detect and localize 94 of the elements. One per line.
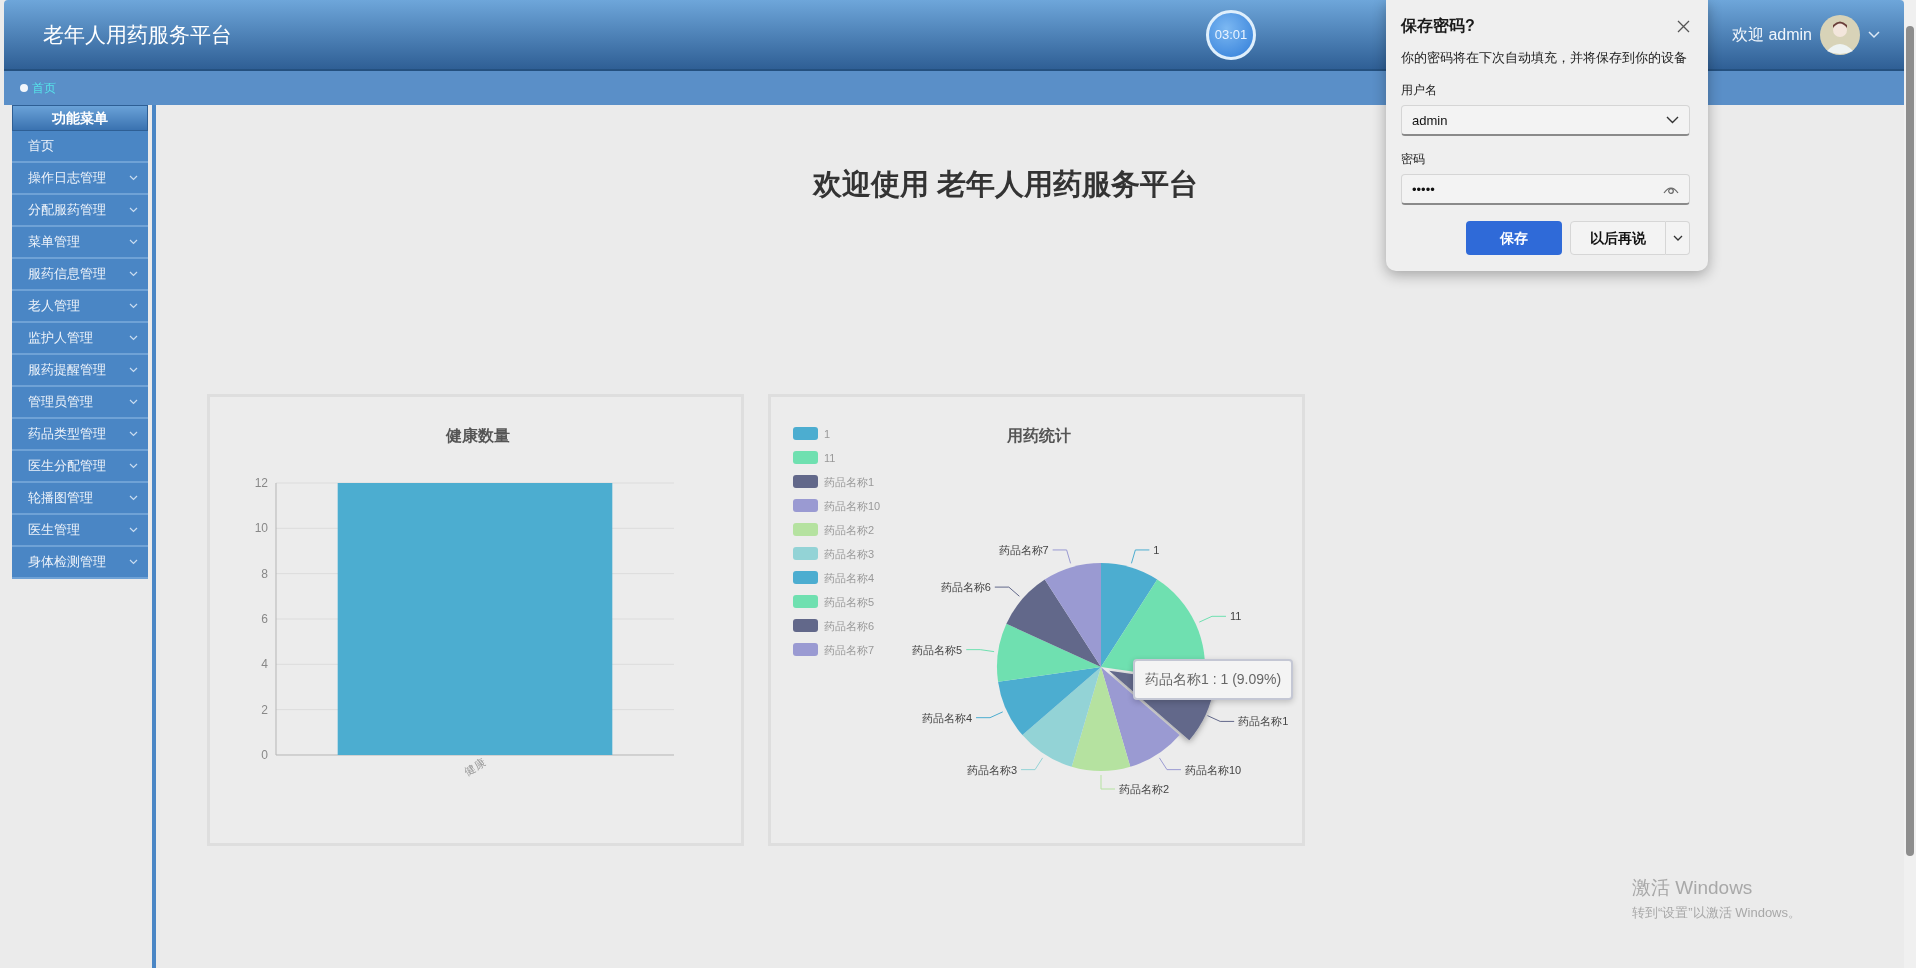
leader-line xyxy=(1052,549,1072,564)
axis-tick-label: 10 xyxy=(254,521,268,536)
axis-tick-label: 2 xyxy=(261,702,268,717)
legend-label[interactable]: 药品名称4 xyxy=(824,571,875,584)
caret-icon[interactable] xyxy=(1868,30,1880,39)
chart-title: 用药统计 xyxy=(1007,426,1071,444)
username-select[interactable]: admin xyxy=(1401,105,1690,137)
pie-slice[interactable] xyxy=(1006,579,1101,667)
sidebar-item[interactable]: 操作日志管理 xyxy=(12,163,148,195)
later-button[interactable]: 以后再说 xyxy=(1570,221,1666,256)
sidebar-item[interactable]: 药品类型管理 xyxy=(12,419,148,451)
legend-label[interactable]: 11 xyxy=(824,451,836,464)
legend-label[interactable]: 药品名称6 xyxy=(824,619,875,632)
avatar-icon[interactable] xyxy=(1820,14,1860,55)
sidebar-item[interactable]: 医生管理 xyxy=(12,515,148,547)
axis-category-label: 健康 xyxy=(462,756,488,778)
password-field[interactable]: ••••• xyxy=(1401,174,1690,206)
sidebar-item[interactable]: 医生分配管理 xyxy=(12,451,148,483)
legend-label[interactable]: 药品名称3 xyxy=(824,547,875,560)
leader-line xyxy=(1100,774,1116,790)
legend-label[interactable]: 药品名称5 xyxy=(824,595,875,608)
save-button[interactable]: 保存 xyxy=(1466,221,1562,256)
leader-line xyxy=(1206,714,1235,722)
more-options-button[interactable] xyxy=(1666,221,1690,256)
slice-label: 药品名称10 xyxy=(1184,763,1242,776)
legend-swatch[interactable] xyxy=(793,642,818,656)
legend-label[interactable]: 药品名称2 xyxy=(824,523,875,536)
legend-swatch[interactable] xyxy=(793,522,818,536)
sidebar-item[interactable]: 老人管理 xyxy=(12,291,148,323)
scrollbar[interactable] xyxy=(1904,0,1916,968)
leader-line xyxy=(975,711,1004,718)
legend-swatch[interactable] xyxy=(793,450,818,464)
pie-slice[interactable] xyxy=(997,623,1101,682)
leader-line xyxy=(1158,757,1182,770)
leader-line xyxy=(965,648,995,652)
dialog-title: 保存密码? xyxy=(1401,16,1475,36)
caret-icon xyxy=(1672,235,1683,242)
leader-line xyxy=(994,586,1020,597)
breadcrumb-link[interactable]: 首页 xyxy=(32,79,56,97)
slice-label: 药品名称3 xyxy=(966,763,1018,776)
slice-label: 11 xyxy=(1230,610,1242,623)
legend-label[interactable]: 药品名称7 xyxy=(824,643,875,656)
slice-label: 药品名称7 xyxy=(998,543,1049,556)
slice-label: 药品名称4 xyxy=(921,711,972,724)
pie-slice[interactable] xyxy=(1071,666,1131,771)
legend-swatch[interactable] xyxy=(793,498,818,512)
sidebar-item[interactable]: 服药提醒管理 xyxy=(12,355,148,387)
leader-line xyxy=(1020,757,1044,770)
welcome-text: 欢迎 admin xyxy=(1731,24,1812,45)
slice-label: 药品名称2 xyxy=(1119,782,1170,795)
leader-line xyxy=(1198,615,1227,623)
field-label: 密码 xyxy=(1401,151,1426,169)
sidebar-item[interactable]: 首页 xyxy=(12,131,148,163)
axis-tick-label: 12 xyxy=(254,475,268,490)
legend-swatch[interactable] xyxy=(793,594,818,608)
pie-slice[interactable] xyxy=(1101,562,1158,667)
legend-swatch[interactable] xyxy=(793,570,818,584)
sidebar-item[interactable]: 菜单管理 xyxy=(12,227,148,259)
bullet-icon xyxy=(20,84,28,92)
app-title: 老年人用药服务平台 xyxy=(42,21,233,48)
sidebar-item[interactable]: 分配服药管理 xyxy=(12,195,148,227)
sidebar-item[interactable]: 身体检测管理 xyxy=(12,547,148,579)
countdown-timer: 03:01 xyxy=(1206,9,1256,60)
axis-tick-label: 6 xyxy=(261,611,268,626)
legend-swatch[interactable] xyxy=(793,426,818,440)
axis-tick-label: 8 xyxy=(261,566,268,581)
slice-label: 1 xyxy=(1153,543,1160,556)
close-icon[interactable] xyxy=(1677,19,1690,33)
legend-label[interactable]: 药品名称1 xyxy=(824,475,875,488)
legend-label[interactable]: 1 xyxy=(824,427,831,440)
sidebar-item[interactable]: 服药信息管理 xyxy=(12,259,148,291)
sidebar-title: 功能菜单 xyxy=(12,105,148,131)
legend-swatch[interactable] xyxy=(793,474,818,488)
sidebar-item[interactable]: 监护人管理 xyxy=(12,323,148,355)
activation-hint: 转到“设置”以激活 Windows。 xyxy=(1632,903,1801,922)
field-label: 用户名 xyxy=(1401,82,1438,100)
welcome-heading: 欢迎使用 老年人用药服务平台 xyxy=(812,167,1199,202)
chevron-icon xyxy=(1666,116,1679,125)
chart-title: 健康数量 xyxy=(446,426,510,444)
chart-tooltip: 药品名称1 : 1 (9.09%) xyxy=(1133,658,1294,700)
axis-tick-label: 4 xyxy=(261,657,268,672)
slice-label: 药品名称6 xyxy=(940,580,991,593)
activation-title: 激活 Windows xyxy=(1632,876,1754,900)
leader-line xyxy=(1130,549,1150,564)
legend-swatch[interactable] xyxy=(793,618,818,632)
sidebar-item[interactable]: 轮播图管理 xyxy=(12,483,148,515)
dialog-message: 你的密码将在下次自动填充，并将保存到你的设备 xyxy=(1401,49,1688,67)
legend-swatch[interactable] xyxy=(793,546,818,560)
sidebar-item[interactable]: 管理员管理 xyxy=(12,387,148,419)
pie-slice[interactable] xyxy=(1044,562,1101,667)
axis-tick-label: 0 xyxy=(261,747,268,762)
slice-label: 药品名称5 xyxy=(912,643,963,656)
slice-label: 药品名称1 xyxy=(1238,715,1289,728)
legend-label[interactable]: 药品名称10 xyxy=(824,499,881,512)
